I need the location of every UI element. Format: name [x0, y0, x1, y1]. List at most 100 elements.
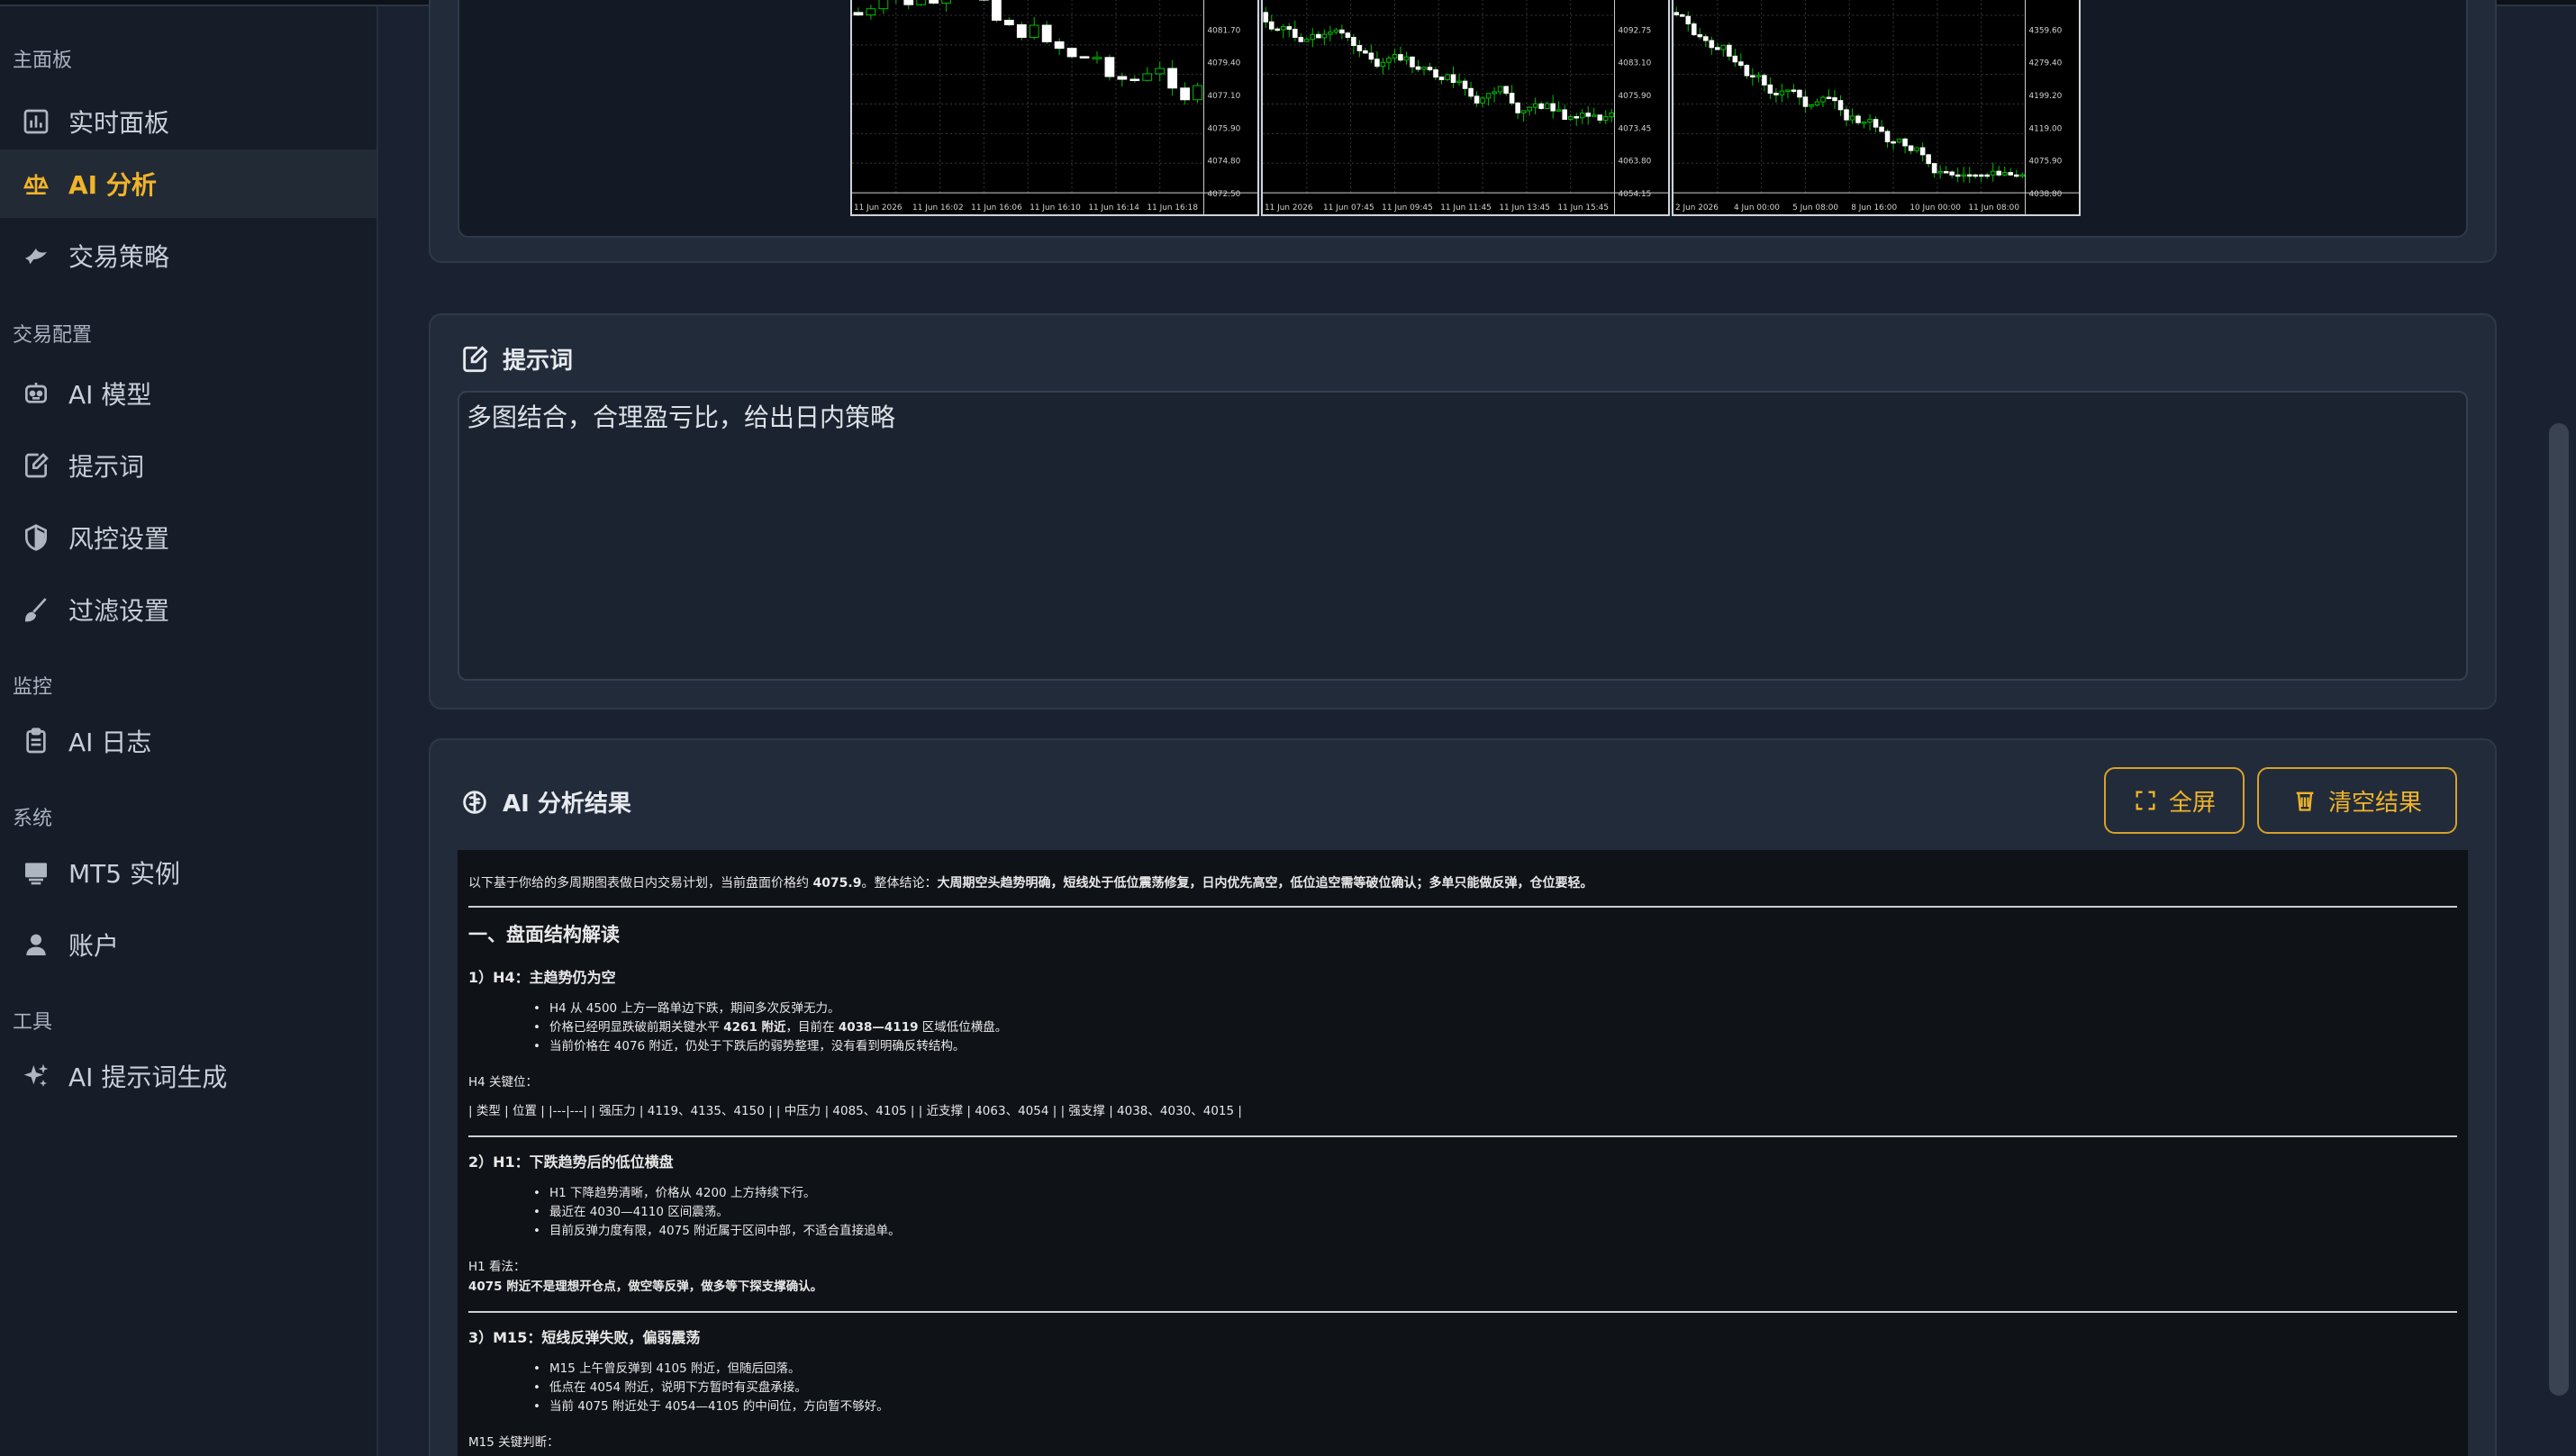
candle-body [1438, 77, 1445, 80]
candle-body [1750, 75, 1755, 77]
section-title-monitor: 监控 [13, 676, 53, 699]
price-tick-label: 4063.80 [1618, 158, 1651, 167]
candle-body [1844, 109, 1849, 121]
chart-image-h1[interactable]: 4439.80 4359.60 4279.40 4199.20 4119.00 4075.… [1672, 0, 2081, 216]
candle-body [1298, 36, 1304, 42]
time-tick-label: 11 Jun 08:00 [1968, 203, 2019, 213]
candle-body [1003, 19, 1014, 26]
sidebar-item-ai-log[interactable]: AI 日志 [0, 707, 376, 775]
expand-icon [2136, 791, 2155, 810]
sidebar-item-mt5[interactable]: MT5 实例 [0, 838, 376, 907]
sidebar: 主面板 实时面板 AI 分析 交易策略 交易配置 AI 模型 提示词 风控设置 … [0, 6, 378, 1456]
section-title-dashboard: 主面板 [13, 50, 73, 72]
candle-body [1392, 54, 1398, 59]
candle-body [1926, 154, 1931, 165]
list-item: 低点在 4054 附近，说明下方暂时有买盘承接。 [533, 1379, 2457, 1397]
candle-body [1193, 85, 1202, 101]
analysis-result-card: AI 分析结果 全屏 清空结果 以下基于你给的多周期图表做日内交易计划，当前盘面… [429, 738, 2497, 1456]
candle-body [1585, 113, 1592, 117]
clipboard-icon [20, 725, 52, 757]
edit-icon [459, 344, 490, 375]
time-tick-label: 11 Jun 16:02 [912, 203, 964, 213]
analysis-result-content: 以下基于你给的多周期图表做日内交易计划，当前盘面价格约 4075.9。整体结论：… [458, 850, 2468, 1456]
sidebar-item-prompt-generator[interactable]: AI 提示词生成 [0, 1042, 376, 1110]
sidebar-item-filter[interactable]: 过滤设置 [0, 575, 376, 644]
time-tick-label: 5 Jun 08:00 [1792, 203, 1838, 213]
sidebar-item-label: AI 模型 [68, 380, 152, 410]
candle-body [1849, 115, 1855, 121]
sidebar-item-prompt[interactable]: 提示词 [0, 431, 376, 500]
page-scrollbar[interactable] [2549, 423, 2569, 1396]
candle-body [2001, 172, 2008, 176]
candle-body [1386, 57, 1392, 63]
candle-body [1609, 112, 1615, 118]
divider [468, 906, 2457, 908]
candle-body [1715, 47, 1720, 50]
candle-body [929, 0, 939, 4]
candle-body [2013, 174, 2019, 177]
candle-body [1902, 138, 1908, 147]
candle-body [1333, 29, 1339, 33]
candle-body [1914, 147, 1919, 151]
sidebar-item-label: 账户 [68, 931, 120, 961]
edit-icon [20, 449, 52, 482]
candle-body [1497, 86, 1503, 93]
result-card-title: AI 分析结果 [503, 791, 631, 818]
time-tick-label: 11 Jun 07:45 [1323, 203, 1374, 213]
list-item: 最近在 4030—4110 区间震荡。 [533, 1203, 2457, 1222]
result-h4-key-label: H4 关键位： [468, 1075, 539, 1090]
candle-body [1310, 33, 1316, 41]
candle-body [1321, 33, 1328, 39]
chart-image-m15[interactable]: 4102.40 4092.75 4083.10 4075.90 4073.45 4063.… [1261, 0, 1670, 216]
candle-body [1079, 56, 1090, 59]
candle-body [1066, 48, 1077, 58]
scale-icon [20, 167, 52, 200]
sidebar-item-risk[interactable]: 风控设置 [0, 503, 376, 572]
candle-body [1879, 126, 1884, 132]
candle-body [1509, 93, 1515, 104]
candle-body [1462, 80, 1468, 89]
price-tick-label: 4038.80 [2028, 190, 2062, 199]
candle-body [1996, 170, 2002, 176]
price-tick-label: 4083.10 [1618, 59, 1651, 68]
clear-result-button[interactable]: 清空结果 [2257, 767, 2457, 834]
time-tick-label: 8 Jun 16:00 [1851, 203, 1897, 213]
chart-images-card: 4084.00 4081.70 4079.40 4077.10 4075.90 4074.… [429, 0, 2497, 263]
price-tick-label: 4072.50 [1207, 190, 1240, 199]
price-tick-label: 4119.00 [2028, 124, 2062, 133]
candle-body [1054, 41, 1065, 50]
candle-body [1943, 171, 1949, 174]
sidebar-item-ai-analysis[interactable]: AI 分析 [0, 149, 376, 218]
candle-body [1456, 80, 1462, 84]
candle-body [1293, 28, 1298, 38]
candle-body [1709, 40, 1715, 49]
time-tick-label: 11 Jun 16:06 [971, 203, 1022, 213]
candle-body [1884, 131, 1891, 142]
candle-body [941, 0, 951, 4]
candle-body [1931, 163, 1937, 174]
time-tick-label: 11 Jun 15:45 [1557, 203, 1609, 213]
candle-body [1867, 119, 1873, 123]
sidebar-item-label: AI 日志 [68, 728, 152, 757]
candle-body [1556, 109, 1562, 112]
candle-body [1973, 174, 1978, 177]
result-h1-list: H1 下降趋势清晰，价格从 4200 上方持续下行。 最近在 4030—4110… [533, 1184, 2457, 1241]
time-tick-label: 11 Jun 16:14 [1088, 203, 1139, 213]
time-tick-label: 11 Jun 16:10 [1029, 203, 1081, 213]
candle-body [1403, 56, 1410, 61]
sidebar-item-ai-model[interactable]: AI 模型 [0, 359, 376, 428]
fullscreen-button[interactable]: 全屏 [2104, 767, 2245, 834]
candle-body [1720, 44, 1727, 50]
candle-body [1562, 109, 1567, 121]
list-item: H4 从 4500 上方一路单边下跌，期间多次反弹无力。 [533, 999, 2457, 1018]
chart-image-m1[interactable]: 4084.00 4081.70 4079.40 4077.10 4075.90 4074.… [850, 0, 1259, 216]
sidebar-item-realtime[interactable]: 实时面板 [0, 87, 376, 156]
candle-body [1520, 110, 1527, 113]
sidebar-item-account[interactable]: 账户 [0, 910, 376, 979]
candle-body [1316, 33, 1321, 39]
prompt-textarea[interactable]: 多图结合，合理盈亏比，给出日内策略 [458, 391, 2468, 681]
bird-icon [20, 240, 52, 272]
candle-body [1016, 24, 1027, 39]
candle-body [1538, 103, 1544, 109]
sidebar-item-strategy[interactable]: 交易策略 [0, 222, 376, 290]
